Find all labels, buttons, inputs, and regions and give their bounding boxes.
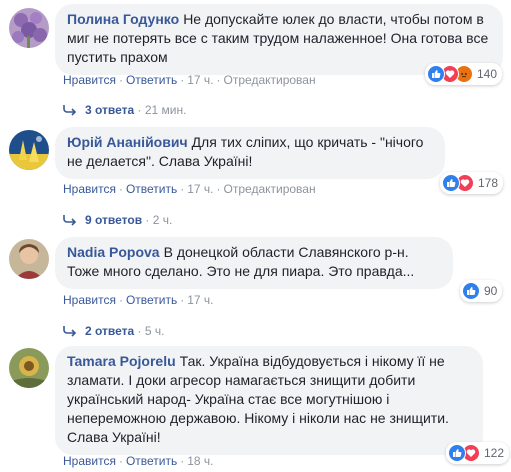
reply-arrow-icon xyxy=(63,105,77,116)
replies-count[interactable]: 2 ответа xyxy=(85,324,134,338)
comment-actions: Нравится · Ответить · 17 ч. xyxy=(63,293,214,307)
comment-actions: Нравится · Ответить · 17 ч. · Отредактирован xyxy=(63,182,316,196)
comment-author[interactable]: Tamara Pojorelu xyxy=(67,353,176,369)
like-icon xyxy=(448,444,466,462)
comment-author[interactable]: Полина Годунко xyxy=(67,11,179,27)
avatar[interactable] xyxy=(9,239,49,279)
avatar[interactable] xyxy=(9,130,49,170)
like-link[interactable]: Нравится xyxy=(63,293,116,307)
comment-bubble: Nadia Popova В донецкой области Славянско… xyxy=(55,237,453,289)
comment-time[interactable]: 17 ч. xyxy=(187,73,213,87)
replies-count[interactable]: 9 ответов xyxy=(85,213,142,227)
comment-time[interactable]: 17 ч. xyxy=(187,182,213,196)
replies-time: 2 ч. xyxy=(152,213,173,227)
reply-link[interactable]: Ответить xyxy=(126,73,177,87)
reply-link[interactable]: Ответить xyxy=(126,293,177,307)
view-replies-link[interactable]: 2 ответа · 5 ч. xyxy=(63,324,164,338)
like-link[interactable]: Нравится xyxy=(63,182,116,196)
reactions-summary[interactable]: 122 xyxy=(446,442,510,464)
replies-count[interactable]: 3 ответа xyxy=(85,103,134,117)
reactions-count: 178 xyxy=(478,176,499,190)
reactions-count: 122 xyxy=(484,446,505,460)
reply-link[interactable]: Ответить xyxy=(126,454,177,468)
reactions-summary[interactable]: 140 xyxy=(425,63,503,85)
view-replies-link[interactable]: 9 ответов · 2 ч. xyxy=(63,213,172,227)
reply-arrow-icon xyxy=(63,215,77,226)
like-icon xyxy=(462,282,480,300)
comment-time[interactable]: 18 ч. xyxy=(187,454,213,468)
comment-bubble: Tamara Pojorelu Так. Україна відбудовуєть… xyxy=(55,346,483,455)
like-icon xyxy=(442,174,460,192)
comment-author[interactable]: Юрій Ананійович xyxy=(67,134,188,150)
replies-time: 21 мин. xyxy=(144,103,187,117)
edited-label[interactable]: Отредактирован xyxy=(224,73,316,87)
reactions-summary[interactable]: 90 xyxy=(460,280,503,302)
view-replies-link[interactable]: 3 ответа · 21 мин. xyxy=(63,103,186,117)
avatar[interactable] xyxy=(9,348,49,388)
comment-actions: Нравится · Ответить · 18 ч. xyxy=(63,454,214,468)
avatar[interactable] xyxy=(9,8,49,48)
like-link[interactable]: Нравится xyxy=(63,454,116,468)
reactions-count: 140 xyxy=(477,67,498,81)
comment-bubble: Юрій Ананійович Для тих сліпих, що кричат… xyxy=(55,127,445,179)
comment-actions: Нравится · Ответить · 17 ч. · Отредактирован xyxy=(63,73,316,87)
reactions-summary[interactable]: 178 xyxy=(440,172,504,194)
like-icon xyxy=(427,65,445,83)
replies-time: 5 ч. xyxy=(144,324,165,338)
like-link[interactable]: Нравится xyxy=(63,73,116,87)
reply-link[interactable]: Ответить xyxy=(126,182,177,196)
comment-time[interactable]: 17 ч. xyxy=(187,293,213,307)
reactions-count: 90 xyxy=(484,284,498,298)
comment-author[interactable]: Nadia Popova xyxy=(67,244,160,260)
reply-arrow-icon xyxy=(63,326,77,337)
edited-label[interactable]: Отредактирован xyxy=(224,182,316,196)
